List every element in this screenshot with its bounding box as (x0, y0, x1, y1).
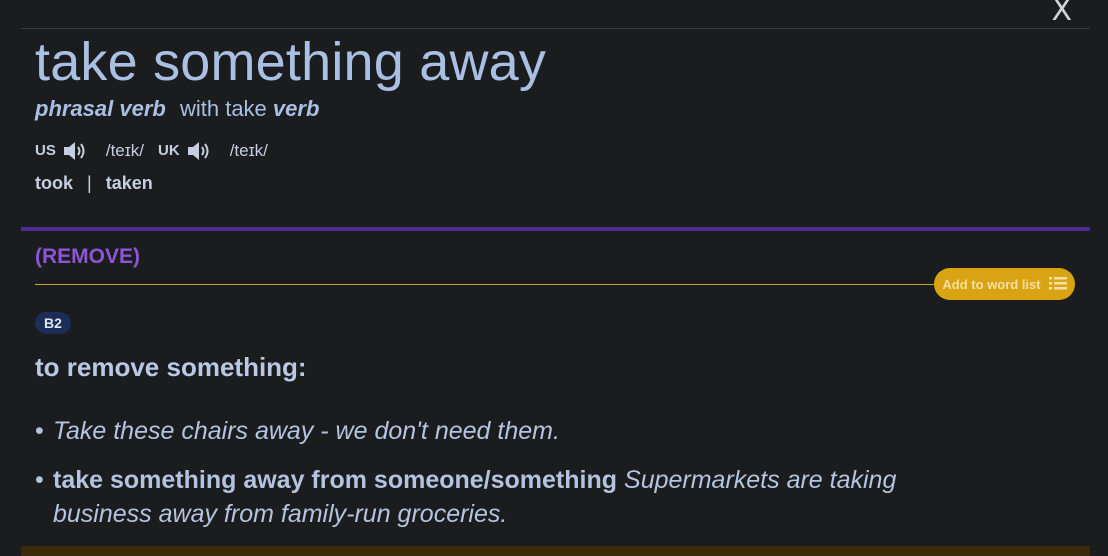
bullet: • (35, 466, 44, 494)
pronunciation-line: US /teɪk/ UK /teɪk/ (35, 138, 282, 164)
definition: to remove something: (35, 352, 307, 382)
example-phrase: take something away from someone/somethi… (53, 466, 618, 494)
us-ipa: /teɪk/ (105, 141, 145, 160)
uk-region-label: UK (158, 142, 180, 159)
part-of-speech: phrasal verb (35, 96, 166, 121)
level-badge: B2 (35, 312, 71, 334)
bullet: • (35, 417, 44, 445)
past-participle-form: taken (105, 173, 153, 193)
with-text[interactable]: with take (180, 96, 267, 121)
headword: take something away (35, 32, 547, 92)
top-divider (21, 28, 1090, 29)
add-to-word-list-label: Add to word list (942, 276, 1041, 292)
uk-speaker-icon[interactable] (186, 140, 212, 162)
us-region-label: US (35, 142, 56, 159)
past-form: took (35, 173, 73, 193)
us-speaker-icon[interactable] (62, 140, 88, 162)
with-part-of-speech: verb (272, 96, 320, 121)
guideword-underline (35, 284, 968, 285)
close-button[interactable]: X (1051, 0, 1072, 26)
sense-divider (21, 227, 1090, 231)
with-label: with take verb (180, 96, 319, 121)
add-to-word-list-button[interactable]: Add to word list (934, 268, 1075, 300)
part-of-speech-line: phrasal verb with take verb (35, 95, 319, 123)
next-section-strip (21, 546, 1090, 556)
close-icon[interactable]: X (1051, 0, 1072, 28)
uk-ipa: /teɪk/ (229, 141, 268, 160)
list-icon (1048, 276, 1067, 293)
guideword: (REMOVE) (35, 245, 140, 268)
verb-forms: took | taken (35, 173, 153, 194)
example-item: • take something away from someone/somet… (35, 463, 995, 531)
dictionary-entry: X take something away phrasal verb with … (0, 0, 1108, 556)
forms-separator: | (87, 173, 92, 193)
example-text: Take these chairs away - we don't need t… (53, 417, 560, 445)
example-item: • Take these chairs away - we don't need… (35, 414, 995, 448)
